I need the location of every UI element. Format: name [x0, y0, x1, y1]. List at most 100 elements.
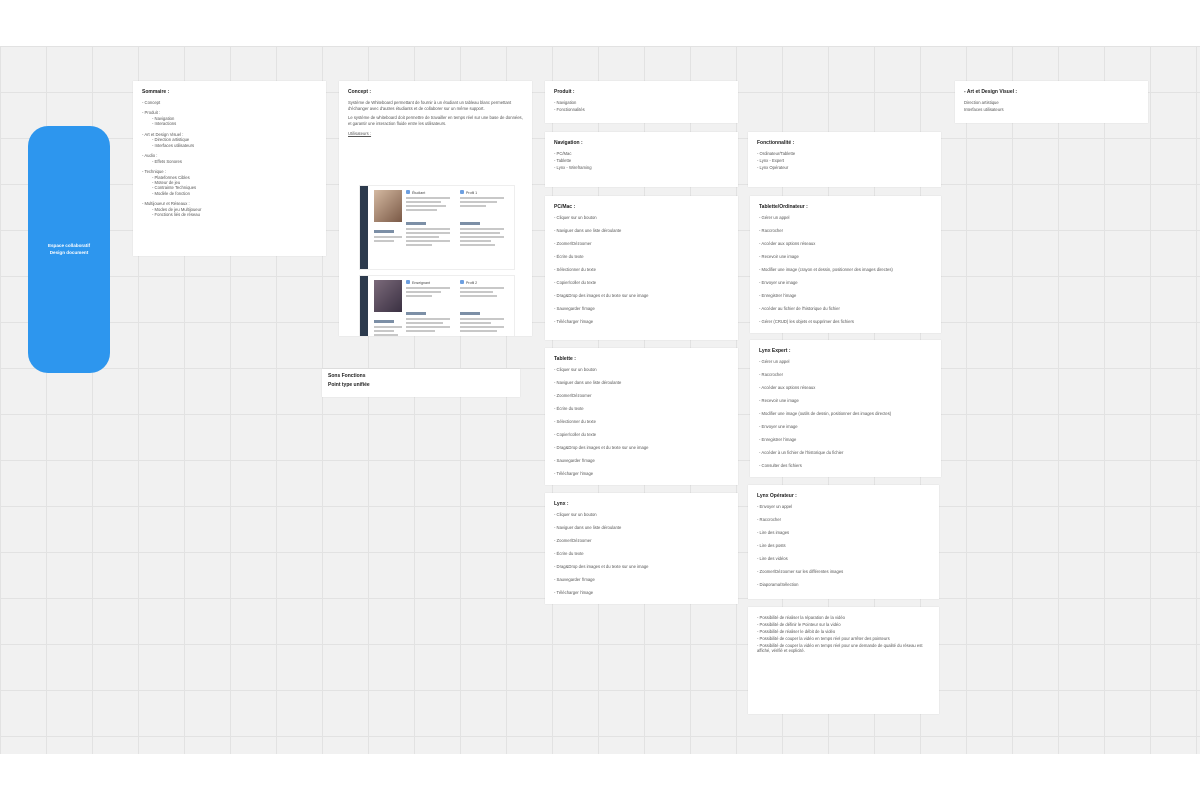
lynxexpert-item: - Modifier une image (outils de dessin, …	[759, 411, 892, 417]
ordinateur-item: - Envoyer une image	[759, 280, 798, 286]
pcmac-item: - Télécharger l'image	[554, 319, 594, 325]
check-icon	[460, 190, 464, 194]
ordinateur-item: - Gérer (CRUD) les objets et supprimer d…	[759, 319, 854, 325]
lynxexpert-item: - Accéder à un fichier de l'historique d…	[759, 450, 844, 456]
artdesign-item: Interfaces utilisateurs	[964, 106, 1004, 112]
lynxoperateur-item: - Diaporama/Sélection	[757, 582, 799, 588]
lynx-operateur-card[interactable]: Lynx Opérateur : - Envoyer un appel - Racc…	[748, 485, 939, 599]
lynx-item: - Naviguer dans une liste déroulante	[554, 525, 622, 531]
lynxexpert-item: - Raccrocher	[759, 372, 783, 378]
persona-card-2[interactable]: Enseignant Profil 2	[359, 275, 515, 336]
tablette-card[interactable]: Tablette : - Cliquer sur un bouton - Navig…	[545, 348, 738, 485]
sommaire-item: - Interactions	[152, 121, 177, 127]
lynx-item: - Zoomer/Dézoomer	[554, 538, 592, 544]
tablette-item: - Écrire du texte	[554, 406, 584, 412]
art-design-card[interactable]: - Art et Design Visuel : Direction artist…	[955, 81, 1148, 123]
tablette-title: Tablette :	[554, 356, 576, 362]
art-design-title: - Art et Design Visuel :	[964, 89, 1018, 95]
persona-band	[360, 276, 368, 336]
ordinateur-item: - Accéder au fichier de l'historique du …	[759, 306, 840, 312]
produit-item: - Fonctionnalités	[554, 106, 585, 112]
lynx-operateur-title: Lynx Opérateur :	[757, 493, 797, 499]
lynxexpert-item: - Enregistrer l'image	[759, 437, 797, 443]
hero-subtitle: Design document	[49, 249, 89, 255]
persona-name: Enseignant	[412, 281, 430, 285]
tablette-item: - Sauvegarder l'image	[554, 458, 595, 464]
lynxoperateur-item: - Raccrocher	[757, 517, 781, 523]
persona-photo	[374, 190, 402, 222]
navigation-title: Navigation :	[554, 140, 583, 146]
pcmac-item: - Écrire du texte	[554, 254, 584, 260]
sommaire-title: Sommaire :	[142, 89, 170, 95]
pcmac-item: - Copier/coller du texte	[554, 280, 597, 286]
sons-fonctions-card[interactable]: Sons Fonctions Point type unifiée	[322, 369, 520, 397]
tablette-item: - Drag&Drop des images et du texte sur u…	[554, 445, 649, 451]
fonctionnalite-item: - Ordinateur/Tablette	[757, 151, 796, 156]
produit-card[interactable]: Produit : - Navigation - Fonctionnalités	[545, 81, 738, 123]
sons-fonctions-subtitle: Point type unifiée	[328, 382, 370, 388]
notes-card[interactable]: - Possibilité de réaliser la réparation …	[748, 607, 939, 714]
tablette-item: - Copier/coller du texte	[554, 432, 597, 438]
lynxoperateur-item: - Envoyer un appel	[757, 504, 793, 509]
lynxoperateur-item: - Lire des posts	[757, 543, 786, 549]
navigation-item: - PC/Mac	[554, 151, 572, 156]
persona-name: Étudiant	[412, 191, 426, 195]
lynxexpert-item: - Envoyer une image	[759, 424, 798, 430]
tablette-item: - Zoomer/Dézoomer	[554, 393, 592, 399]
check-icon	[460, 280, 464, 284]
lynx-item: - Écrire du texte	[554, 551, 584, 557]
navigation-card[interactable]: Navigation : - PC/Mac - Tablette - Lynx - W…	[545, 132, 738, 187]
notes-item: - Possibilité de couper la vidéo en temp…	[757, 642, 923, 654]
tablette-item: - Télécharger l'image	[554, 471, 594, 477]
pcmac-title: PC/Mac :	[554, 204, 576, 210]
tablette-item: - Naviguer dans une liste déroulante	[554, 380, 622, 386]
lynx-card[interactable]: Lynx : - Cliquer sur un bouton - Naviguer …	[545, 493, 738, 604]
pcmac-item: - Sélectionner du texte	[554, 267, 596, 273]
produit-title: Produit :	[554, 89, 575, 95]
lynxexpert-item: - Gérer un appel	[759, 359, 790, 364]
ordinateur-item: - Raccrocher	[759, 228, 783, 234]
ordinateur-item: - Recevoir une image	[759, 254, 799, 260]
persona-tag: Profil 2	[466, 281, 478, 285]
lynx-item: - Cliquer sur un bouton	[554, 512, 597, 517]
sons-fonctions-title: Sons Fonctions	[328, 373, 366, 379]
sommaire-item: - Interfaces utilisateurs	[152, 142, 195, 148]
concept-paragraph-1: Système de Whiteboard permettant de four…	[348, 100, 512, 111]
lynx-expert-card[interactable]: Lynx Expert : - Gérer un appel - Raccroche…	[750, 340, 941, 477]
persona-band	[360, 186, 368, 269]
lynxoperateur-item: - Zoomer/Dézoomer sur les différentes im…	[757, 569, 844, 575]
lynxexpert-item: - Recevoir une image	[759, 398, 799, 404]
persona-photo	[374, 280, 402, 312]
utilisateurs-link[interactable]: Utilisateurs :	[348, 131, 523, 136]
ordinateur-title: Tablette/Ordinateur :	[759, 204, 808, 210]
persona-card-1[interactable]: Étudiant Profil 1	[359, 185, 515, 270]
ordinateur-item: - Enregistrer l'image	[759, 293, 797, 299]
concept-card[interactable]: Concept : Système de Whiteboard permetta…	[339, 81, 532, 336]
notes-item: - Possibilité de définir le Pointeur sur…	[757, 621, 841, 627]
fonctionnalite-item: - Lynx - Expert	[757, 157, 785, 163]
concept-paragraph-2: Le système de whiteboard doit permettre …	[348, 115, 523, 127]
produit-item: - Navigation	[554, 100, 577, 105]
lynxexpert-item: - Consulter des fichiers	[759, 463, 802, 469]
ordinateur-card[interactable]: Tablette/Ordinateur : - Gérer un appel - R…	[750, 196, 941, 333]
whiteboard-canvas[interactable]: Espace collaboratif Design document Somm…	[0, 46, 1200, 754]
pcmac-item: - Zoomer/Dézoomer	[554, 241, 592, 247]
check-icon	[406, 190, 410, 194]
hero-sticky-note[interactable]: Espace collaboratif Design document	[28, 126, 110, 373]
lynx-expert-title: Lynx Expert :	[759, 348, 791, 354]
sommaire-item: - Effets Sonores	[152, 158, 182, 164]
fonctionnalite-item: - Lynx Opérateur	[757, 164, 789, 170]
pcmac-item: - Cliquer sur un bouton	[554, 215, 597, 220]
concept-title: Concept :	[348, 89, 372, 95]
sommaire-card[interactable]: Sommaire : - Concept - Produit :- Navigat…	[133, 81, 326, 256]
artdesign-item: Direction artistique	[964, 100, 999, 105]
lynxexpert-item: - Accéder aux options réseaux	[759, 385, 816, 391]
persona-tag: Profil 1	[466, 191, 478, 195]
pcmac-item: - Drag&Drop des images et du texte sur u…	[554, 293, 649, 299]
pcmac-card[interactable]: PC/Mac : - Cliquer sur un bouton - Navigue…	[545, 196, 738, 340]
notes-item: - Possibilité de réaliser le débit de la…	[757, 628, 836, 634]
fonctionnalite-card[interactable]: Fonctionnalité :- Ordinateur/Tablette - L…	[748, 132, 941, 187]
tablette-item: - Sélectionner du texte	[554, 419, 596, 425]
sommaire-item: - Modèle de fonction	[152, 190, 190, 196]
sommaire-item: - Fonctions liés de réseau	[152, 212, 200, 218]
